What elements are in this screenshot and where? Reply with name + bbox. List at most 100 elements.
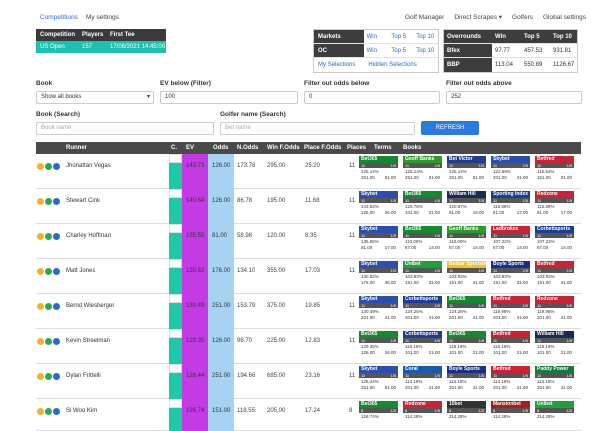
col-place-fodds[interactable]: Place F.Odds: [304, 142, 341, 154]
oc-win-link[interactable]: Win: [364, 44, 389, 57]
nav-golf-manager[interactable]: Golf Manager: [400, 12, 449, 24]
nav-golfers[interactable]: Golfers: [507, 12, 538, 24]
table-row[interactable]: Kevin Streelman 129.35 126.00 96.70 225.00 12…: [36, 329, 581, 364]
book-card[interactable]: Unibet 11 1/5 103.93% 151.00 31.00: [403, 261, 442, 286]
book-card[interactable]: Bet365 8 1/5 126.74%: [359, 401, 398, 420]
table-row[interactable]: Bernd Wiesberger 130.49 251.00 153.79 375.00…: [36, 294, 581, 329]
star-icon[interactable]: [37, 338, 44, 345]
tab-competitions[interactable]: Competitions: [36, 12, 82, 24]
col-places[interactable]: Places: [347, 142, 366, 154]
competition-row[interactable]: US Open 2021 157 17/06/2021 14:45:00: [36, 41, 166, 62]
odds-above-input[interactable]: 252: [446, 91, 582, 104]
runner-name[interactable]: Bernd Wiesberger: [66, 303, 114, 309]
plus-icon[interactable]: [45, 338, 52, 345]
plus-icon[interactable]: [45, 233, 52, 240]
plus-icon[interactable]: [45, 408, 52, 415]
star-icon[interactable]: [37, 408, 44, 415]
book-card[interactable]: Betfred 11 1/5 103.93% 151.00 31.00: [535, 261, 574, 286]
market-top10-link[interactable]: Top 10: [413, 30, 438, 43]
table-row[interactable]: Si Woo Kim 126.74 151.00 118.55 205.00 17.24 8…: [36, 399, 581, 431]
book-card[interactable]: Corbettsports 11 1/5 107.22% 67.00 14.00: [535, 226, 574, 251]
star-icon[interactable]: [37, 233, 44, 240]
book-card[interactable]: Betfred 11 1/5 118.19% 101.00 21.00: [491, 331, 530, 356]
star-icon[interactable]: [37, 163, 44, 170]
info-icon[interactable]: [53, 373, 60, 380]
book-card[interactable]: Corbettsports 11 1/5 118.19% 101.00 21.00: [403, 331, 442, 356]
col-books[interactable]: Books: [403, 142, 421, 154]
col-nodds[interactable]: N.Odds: [237, 142, 258, 154]
book-card[interactable]: Bet365 11 1/5 118.19% 101.00 21.00: [447, 331, 486, 356]
oc-top5-link[interactable]: Top 5: [388, 44, 413, 57]
oc-top10-link[interactable]: Top 10: [413, 44, 438, 57]
market-top5-link[interactable]: Top 5: [388, 30, 413, 43]
plus-icon[interactable]: [45, 268, 52, 275]
table-row[interactable]: Charley Hoffman 135.55 81.00 58.98 120.00 8.3…: [36, 224, 581, 259]
col-ev[interactable]: EV: [186, 142, 194, 154]
book-card[interactable]: Bet365 11 1/5 110.00% 67.00 14.00: [403, 226, 442, 251]
golfer-search-input[interactable]: Bet name: [220, 122, 415, 135]
book-card[interactable]: Skybet 11 1/5 143.64% 126.00 26.00: [359, 191, 398, 216]
table-row[interactable]: Dylan Frittelli 128.44 251.00 194.66 685.00 2…: [36, 364, 581, 399]
book-card[interactable]: Boyle Sports 11 1/5 114.18% 201.00 41.00: [447, 366, 486, 391]
book-card[interactable]: Redzone 11 1/5 116.99% 81.00 17.00: [535, 191, 574, 216]
info-icon[interactable]: [53, 198, 60, 205]
info-icon[interactable]: [53, 338, 60, 345]
book-card[interactable]: Redzone 8 1/5 114.28%: [403, 401, 442, 420]
my-selections-link[interactable]: My Selections: [314, 58, 364, 72]
book-card[interactable]: Geoff Banks 11 1/5 125.14% 251.00 51.00: [403, 156, 442, 181]
runner-name[interactable]: Kevin Streelman: [66, 338, 110, 344]
col-odds[interactable]: Odds: [213, 142, 228, 154]
plus-icon[interactable]: [45, 373, 52, 380]
book-card[interactable]: Betfred 11 1/5 119.98% 201.00 41.00: [491, 296, 530, 321]
tab-my-settings[interactable]: My settings: [82, 12, 123, 24]
book-card[interactable]: Skybet 11 1/5 122.69% 201.00 41.00: [491, 156, 530, 181]
book-card[interactable]: 10bet 8 1/5 114.28%: [447, 401, 486, 420]
nav-global-settings[interactable]: Global settings: [538, 12, 591, 24]
runner-name[interactable]: Charley Hoffman: [66, 233, 111, 239]
book-card[interactable]: William Hill 11 1/5 120.97% 91.00 19.00: [447, 191, 486, 216]
book-card[interactable]: Paddy Power 11 1/5 114.18% 201.00 41.00: [535, 366, 574, 391]
info-icon[interactable]: [53, 303, 60, 310]
plus-icon[interactable]: [45, 198, 52, 205]
info-icon[interactable]: [53, 408, 60, 415]
book-card[interactable]: Skybet 11 1/5 130.52% 176.00 36.00: [359, 261, 398, 286]
book-card[interactable]: Mansionbet 8 1/5 114.28%: [491, 401, 530, 420]
plus-icon[interactable]: [45, 303, 52, 310]
book-card[interactable]: Skybet 11 1/5 128.44% 251.00 51.00: [359, 366, 398, 391]
star-icon[interactable]: [37, 198, 44, 205]
runner-name[interactable]: Si Woo Kim: [66, 408, 97, 414]
table-row[interactable]: Matt Jones 130.52 176.00 134.10 355.00 17.03 1…: [36, 259, 581, 294]
book-card[interactable]: Boyle Sports 11 1/5 103.93% 151.00 31.00: [491, 261, 530, 286]
book-card[interactable]: Unibet 8 1/5 114.28%: [535, 401, 574, 420]
table-row[interactable]: Jhonattan Vegas 143.73 126.00 173.78 295.00 2…: [36, 154, 581, 189]
plus-icon[interactable]: [45, 163, 52, 170]
star-icon[interactable]: [37, 373, 44, 380]
book-card[interactable]: Redzone 11 1/5 119.98% 201.00 41.00: [535, 296, 574, 321]
refresh-tracker-button[interactable]: REFRESH TRACKER: [421, 121, 479, 145]
book-card[interactable]: Bet365 11 1/5 129.35% 126.00 26.00: [359, 331, 398, 356]
book-card[interactable]: Coral 11 1/5 114.18% 201.00 41.00: [403, 366, 442, 391]
book-card[interactable]: William Hill 11 1/5 118.19% 101.00 21.00: [535, 331, 574, 356]
book-card[interactable]: Corbettsports 11 1/5 124.26% 201.00 41.00: [403, 296, 442, 321]
runner-name[interactable]: Stewart Cink: [66, 198, 100, 204]
col-terms[interactable]: Terms: [374, 142, 392, 154]
star-icon[interactable]: [37, 303, 44, 310]
market-win-link[interactable]: Win: [364, 30, 389, 43]
info-icon[interactable]: [53, 268, 60, 275]
col-win-fodds[interactable]: Win F.Odds: [267, 142, 300, 154]
book-card[interactable]: Skybet 11 1/5 130.49% 201.00 41.00: [359, 296, 398, 321]
book-card[interactable]: Ladbrokes 11 1/5 107.22% 67.00 14.00: [491, 226, 530, 251]
book-card[interactable]: Skybet 11 1/5 135.55% 81.00 17.00: [359, 226, 398, 251]
book-card[interactable]: Geoff Banks 11 1/5 110.00% 67.00 14.00: [447, 226, 486, 251]
runner-name[interactable]: Jhonattan Vegas: [66, 163, 111, 169]
book-card[interactable]: Bet Victor 11 1/5 125.14% 251.00 51.00: [447, 156, 486, 181]
book-card[interactable]: Sporting Index 11 1/5 116.99% 81.00 17.00: [491, 191, 530, 216]
book-card[interactable]: Bet365 11 1/5 125.14% 251.00 51.00: [359, 156, 398, 181]
info-icon[interactable]: [53, 233, 60, 240]
ev-filter-input[interactable]: 100: [160, 91, 298, 104]
col-c[interactable]: C.: [171, 142, 177, 154]
book-select[interactable]: Show all books: [36, 91, 154, 104]
book-card[interactable]: Betfred 11 1/5 114.18% 201.00 41.00: [491, 366, 530, 391]
odds-below-input[interactable]: 0: [304, 91, 440, 104]
col-runner[interactable]: Runner: [66, 142, 87, 154]
